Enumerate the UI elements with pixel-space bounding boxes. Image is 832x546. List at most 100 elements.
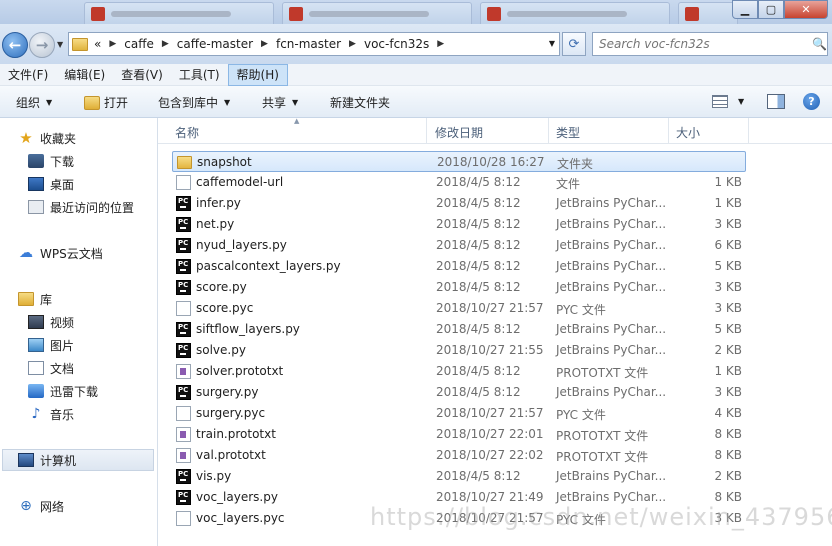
chevron-right-icon[interactable]: ▶ [437,39,444,49]
chevron-right-icon[interactable]: ▶ [109,39,116,49]
nav-recent[interactable]: 最近访问的位置 [28,197,134,217]
file-date: 2018/4/5 8:12 [436,196,521,210]
file-date: 2018/4/5 8:12 [436,385,521,399]
pycharm-file-icon [176,469,191,484]
nav-favorites[interactable]: ★ 收藏夹 [18,128,76,148]
close-button[interactable]: ✕ [784,0,828,19]
nav-music[interactable]: ♪ 音乐 [28,404,74,424]
browser-tab-1[interactable] [84,2,274,24]
share-button[interactable]: 共享 ▼ [262,94,298,111]
chevron-right-icon[interactable]: ▶ [349,39,356,49]
open-button[interactable]: 打开 [84,94,128,111]
back-button[interactable]: ← [2,32,28,58]
file-size: 1 KB [714,175,742,189]
pycharm-file-icon [176,238,191,253]
menu-tools[interactable]: 工具(T) [171,64,228,86]
column-type[interactable]: 类型 [556,124,580,141]
command-toolbar: 组织 ▼ 打开 包含到库中 ▼ 共享 ▼ 新建文件夹 ▼ ? [0,86,832,118]
sort-ascending-icon: ▲ [294,117,300,125]
browser-tab-2[interactable] [282,2,472,24]
menu-edit[interactable]: 编辑(E) [56,64,113,86]
pycharm-file-icon [176,280,191,295]
forward-button[interactable]: → [29,32,55,58]
refresh-button[interactable]: ⟳ [562,32,586,56]
table-row[interactable]: train.prototxt 2018/10/27 22:01 PROTOTXT 文… [172,424,746,445]
column-divider[interactable] [668,118,669,144]
nav-videos[interactable]: 视频 [28,312,74,332]
column-divider[interactable] [748,118,749,144]
tab-favicon-icon [685,7,699,21]
table-row[interactable]: nyud_layers.py 2018/4/5 8:12 JetBrains PyC… [172,235,746,256]
nav-desktop[interactable]: 桌面 [28,174,74,194]
include-in-library-button[interactable]: 包含到库中 ▼ [158,94,230,111]
file-date: 2018/4/5 8:12 [436,280,521,294]
nav-xunlei[interactable]: 迅雷下载 [28,381,98,401]
table-row[interactable]: pascalcontext_layers.py 2018/4/5 8:12 JetB… [172,256,746,277]
breadcrumb-item[interactable]: caffe [124,37,154,51]
nav-libraries[interactable]: 库 [18,289,52,309]
file-date: 2018/10/27 22:01 [436,427,544,441]
file-date: 2018/10/27 21:57 [436,406,544,420]
table-row[interactable]: solve.py 2018/10/27 21:55 JetBrains PyChar… [172,340,746,361]
address-dropdown-icon[interactable]: ▼ [549,39,555,48]
chevron-down-icon[interactable]: ▼ [738,97,744,106]
breadcrumb-item[interactable]: voc-fcn32s [364,37,429,51]
network-icon: ⊕ [20,498,32,514]
column-modified[interactable]: 修改日期 [435,124,483,141]
search-input[interactable] [599,37,807,51]
column-divider[interactable] [548,118,549,144]
nav-wps-cloud[interactable]: ☁ WPS云文档 [18,243,103,263]
view-options-icon[interactable] [712,95,728,108]
nav-computer[interactable]: 计算机 [18,450,76,470]
table-row[interactable]: solver.prototxt 2018/4/5 8:12 PROTOTXT 文件 1… [172,361,746,382]
table-row[interactable]: snapshot 2018/10/28 16:27 文件夹 [172,151,746,172]
nav-downloads[interactable]: 下载 [28,151,74,171]
breadcrumb-item[interactable]: fcn-master [276,37,341,51]
breadcrumb-item[interactable]: caffe-master [177,37,253,51]
table-row[interactable]: surgery.pyc 2018/10/27 21:57 PYC 文件 4 KB [172,403,746,424]
file-name: score.py [196,280,247,294]
table-row[interactable]: caffemodel-url 2018/4/5 8:12 文件 1 KB [172,172,746,193]
nav-pictures[interactable]: 图片 [28,335,74,355]
menu-view[interactable]: 查看(V) [113,64,171,86]
minimize-button[interactable]: ▁ [732,0,758,19]
nav-documents[interactable]: 文档 [28,358,74,378]
browser-tab-3[interactable] [480,2,670,24]
search-icon[interactable]: 🔍 [812,37,827,51]
browser-tab-4[interactable] [678,2,738,24]
file-type: JetBrains PyChar... [556,385,667,399]
file-name: voc_layers.py [196,490,278,504]
column-divider[interactable] [426,118,427,144]
file-size: 3 KB [714,217,742,231]
file-size: 5 KB [714,259,742,273]
chevron-right-icon[interactable]: ▶ [261,39,268,49]
new-folder-button[interactable]: 新建文件夹 [330,94,390,111]
table-row[interactable]: score.py 2018/4/5 8:12 JetBrains PyChar...… [172,277,746,298]
nav-network[interactable]: ⊕ 网络 [18,496,64,516]
table-row[interactable]: infer.py 2018/4/5 8:12 JetBrains PyChar...… [172,193,746,214]
file-name: infer.py [196,196,241,210]
address-bar[interactable]: « ▶ caffe ▶ caffe-master ▶ fcn-master ▶ … [68,32,560,56]
cloud-icon: ☁ [19,245,33,261]
table-row[interactable]: net.py 2018/4/5 8:12 JetBrains PyChar... 3 … [172,214,746,235]
table-row[interactable]: siftflow_layers.py 2018/4/5 8:12 JetBrains… [172,319,746,340]
search-box[interactable]: 🔍 [592,32,828,56]
file-type: PYC 文件 [556,303,606,317]
file-type: JetBrains PyChar... [556,490,667,504]
table-row[interactable]: vis.py 2018/4/5 8:12 JetBrains PyChar... 2 … [172,466,746,487]
help-icon[interactable]: ? [803,93,820,110]
menu-help[interactable]: 帮助(H) [227,64,288,86]
column-size[interactable]: 大小 [676,124,700,141]
recent-pages-dropdown[interactable]: ▼ [57,40,63,49]
nav-label: 桌面 [50,177,75,192]
table-row[interactable]: surgery.py 2018/4/5 8:12 JetBrains PyChar.… [172,382,746,403]
breadcrumb-overflow[interactable]: « [94,37,101,51]
column-name[interactable]: 名称 [175,124,199,141]
table-row[interactable]: val.prototxt 2018/10/27 22:02 PROTOTXT 文件 8… [172,445,746,466]
preview-pane-icon[interactable] [767,94,785,109]
chevron-right-icon[interactable]: ▶ [162,39,169,49]
maximize-button[interactable]: ▢ [758,0,784,19]
table-row[interactable]: score.pyc 2018/10/27 21:57 PYC 文件 3 KB [172,298,746,319]
menu-file[interactable]: 文件(F) [0,64,56,86]
organize-button[interactable]: 组织 ▼ [16,94,52,111]
